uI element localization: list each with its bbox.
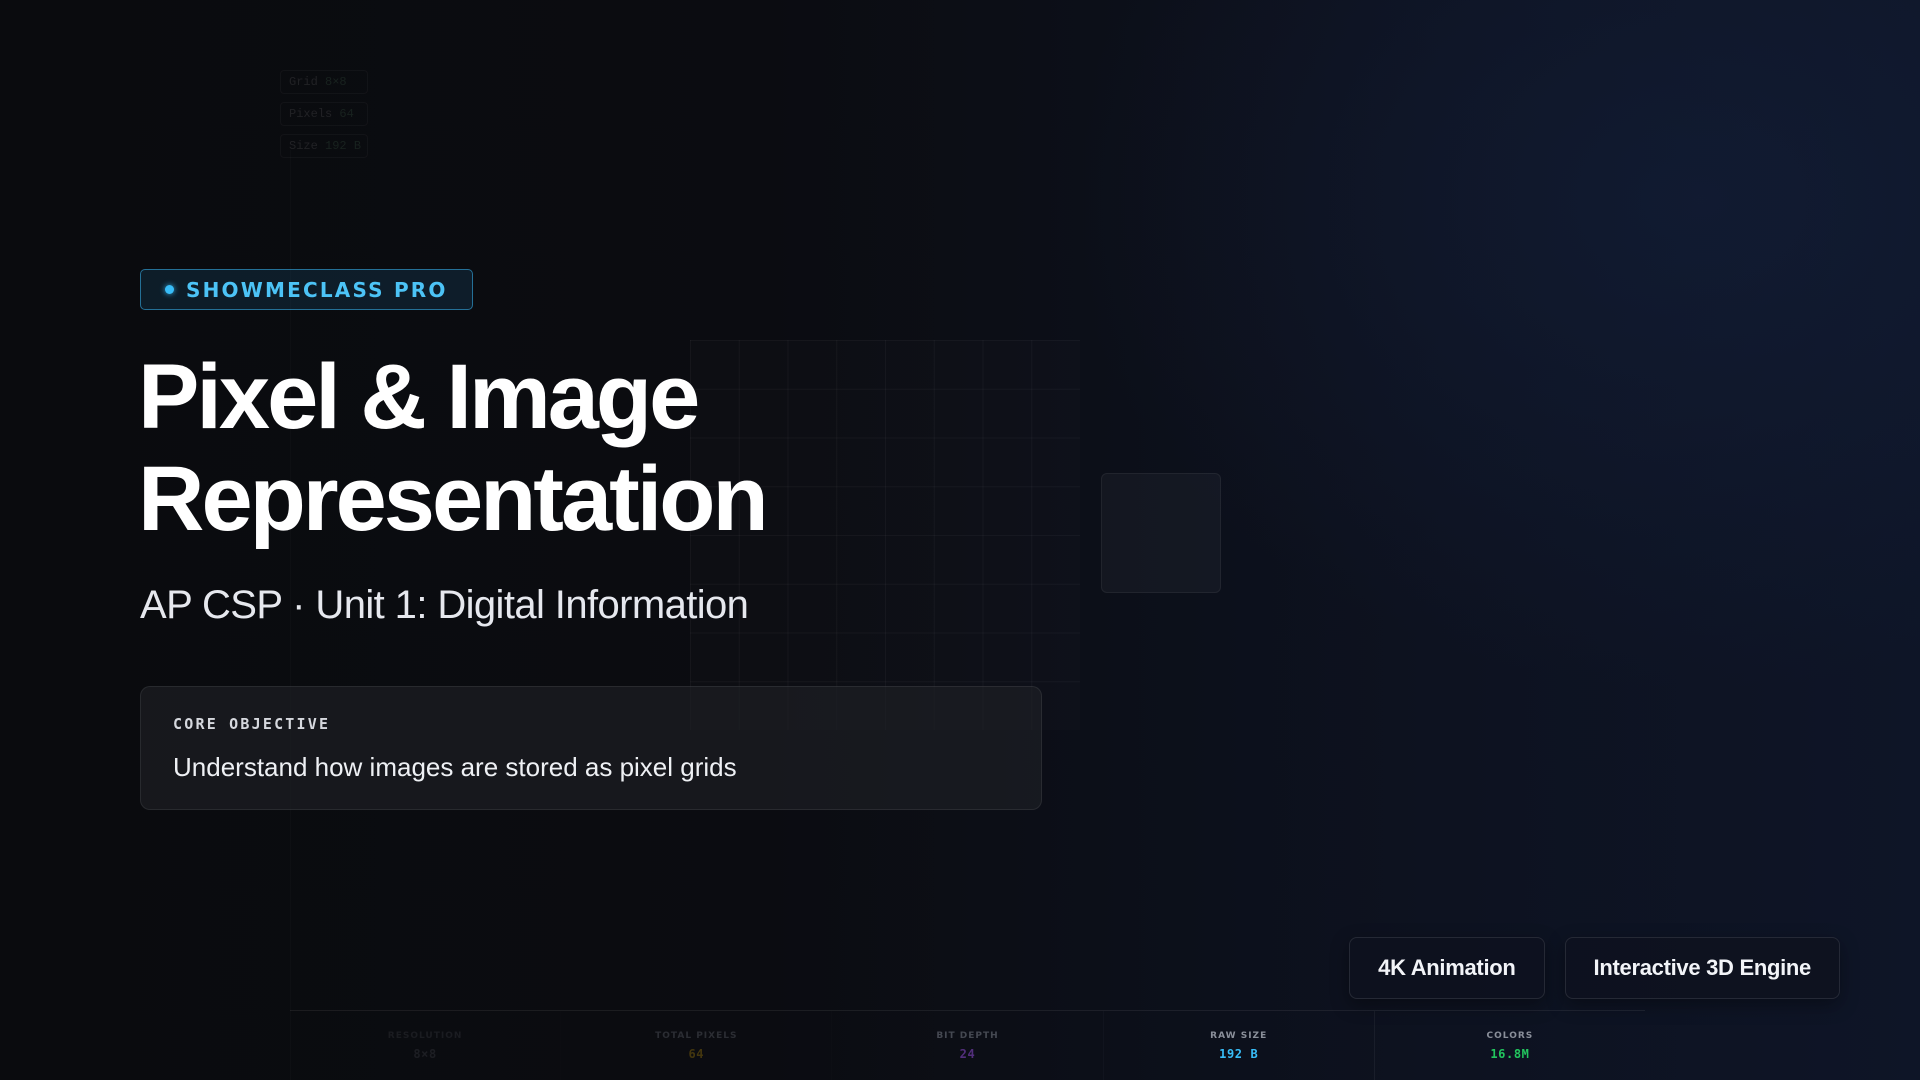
core-objective-label: CORE OBJECTIVE <box>173 715 331 733</box>
status-dot-icon <box>165 285 174 294</box>
brand-badge: SHOWMECLASS PRO <box>140 269 473 310</box>
grid-info-pixels: Pixels 64 <box>280 102 368 126</box>
feature-chip-4k-animation[interactable]: 4K Animation <box>1349 937 1545 999</box>
stat-label: RAW SIZE <box>1210 1031 1268 1041</box>
feature-chips: 4K Animation Interactive 3D Engine <box>1349 937 1840 999</box>
brand-badge-label: SHOWMECLASS PRO <box>186 277 448 302</box>
image-stats-bar: RESOLUTION 8×8 TOTAL PIXELS 64 BIT DEPTH… <box>290 1010 1645 1080</box>
core-objective-card: CORE OBJECTIVE Understand how images are… <box>140 686 1042 810</box>
page-subtitle: AP CSP · Unit 1: Digital Information <box>140 583 749 627</box>
stat-value: 192 B <box>1219 1047 1259 1061</box>
page-title: Pixel & Image Representation <box>138 346 769 550</box>
stat-raw-size: RAW SIZE 192 B <box>1104 1011 1375 1080</box>
stat-value: 64 <box>688 1047 705 1061</box>
pixel-sample-swatch <box>1101 473 1221 593</box>
stat-colors: COLORS 16.8M <box>1375 1011 1645 1080</box>
page-title-line-1: Pixel & Image <box>138 346 700 448</box>
stat-value: 24 <box>959 1047 976 1061</box>
grid-info-grid: Grid 8×8 <box>280 70 368 94</box>
stat-bit-depth: BIT DEPTH 24 <box>832 1011 1103 1080</box>
stat-label: COLORS <box>1486 1031 1534 1041</box>
stat-label: TOTAL PIXELS <box>655 1031 738 1041</box>
page-title-line-2: Representation <box>138 448 769 550</box>
stat-value: 16.8M <box>1490 1047 1530 1061</box>
stat-total-pixels: TOTAL PIXELS 64 <box>561 1011 832 1080</box>
stat-label: RESOLUTION <box>387 1031 463 1041</box>
grid-info-size: Size 192 B <box>280 134 368 158</box>
stat-resolution: RESOLUTION 8×8 <box>290 1011 561 1080</box>
stat-value: 8×8 <box>413 1047 437 1061</box>
stat-label: BIT DEPTH <box>936 1031 999 1041</box>
core-objective-text: Understand how images are stored as pixe… <box>173 752 737 782</box>
grid-info-panel: Grid 8×8 Pixels 64 Size 192 B <box>280 70 368 158</box>
feature-chip-3d-engine[interactable]: Interactive 3D Engine <box>1564 937 1840 999</box>
